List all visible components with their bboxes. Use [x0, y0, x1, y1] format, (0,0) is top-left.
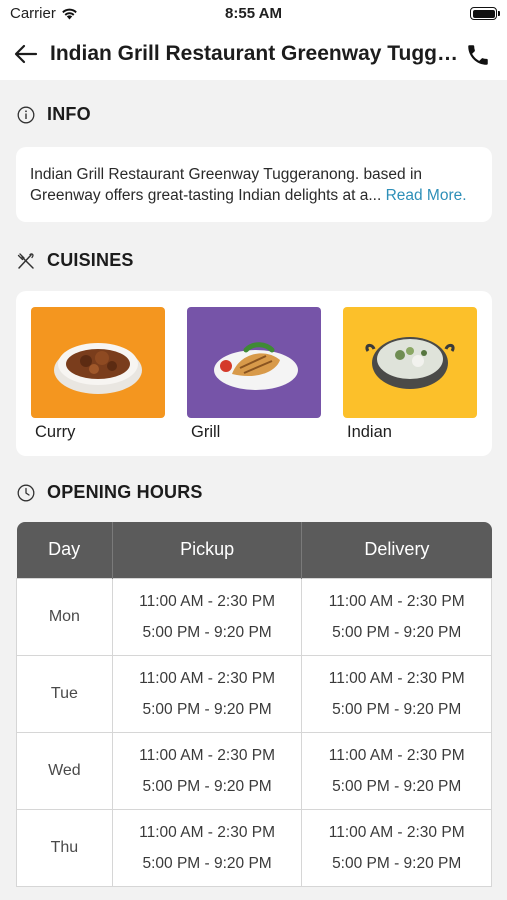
day-cell: Wed — [16, 731, 113, 810]
time-slot: 11:00 AM - 2:30 PM — [328, 669, 465, 687]
cuisine-label: Indian — [347, 423, 392, 441]
delivery-cell: 11:00 AM - 2:30 PM 5:00 PM - 9:20 PM — [301, 731, 492, 810]
table-header-row: Day Pickup Delivery — [16, 522, 492, 578]
pickup-cell: 11:00 AM - 2:30 PM 5:00 PM - 9:20 PM — [111, 808, 303, 887]
clock: 8:55 AM — [225, 5, 282, 22]
day-cell: Mon — [16, 577, 113, 656]
nav-bar: Indian Grill Restaurant Greenway Tugger.… — [0, 28, 507, 80]
utensils-icon — [16, 251, 36, 271]
cuisines-heading: CUISINES — [47, 250, 134, 270]
info-section-header: INFO — [16, 104, 91, 125]
phone-icon[interactable] — [465, 42, 491, 68]
hours-heading: OPENING HOURS — [47, 482, 203, 502]
time-slot: 11:00 AM - 2:30 PM — [328, 823, 465, 841]
cuisine-item-curry[interactable]: Curry — [31, 307, 165, 442]
pickup-cell: 11:00 AM - 2:30 PM 5:00 PM - 9:20 PM — [111, 654, 303, 733]
time-slot: 5:00 PM - 9:20 PM — [142, 777, 272, 795]
page-title: Indian Grill Restaurant Greenway Tugger.… — [50, 42, 460, 65]
curry-image — [31, 307, 165, 418]
info-description: Indian Grill Restaurant Greenway Tuggera… — [30, 166, 423, 204]
back-arrow-icon[interactable] — [12, 40, 40, 68]
indian-image — [343, 307, 477, 418]
status-bar: Carrier 8:55 AM — [0, 0, 507, 28]
time-slot: 5:00 PM - 9:20 PM — [142, 623, 272, 641]
grill-image — [187, 307, 321, 418]
time-slot: 5:00 PM - 9:20 PM — [142, 854, 272, 872]
time-slot: 5:00 PM - 9:20 PM — [142, 700, 272, 718]
table-row: Tue 11:00 AM - 2:30 PM 5:00 PM - 9:20 PM … — [16, 654, 492, 733]
delivery-cell: 11:00 AM - 2:30 PM 5:00 PM - 9:20 PM — [301, 808, 492, 887]
info-icon — [16, 105, 36, 125]
time-slot: 11:00 AM - 2:30 PM — [139, 746, 275, 764]
opening-hours-table: Day Pickup Delivery Mon 11:00 AM - 2:30 … — [16, 522, 492, 887]
table-row: Mon 11:00 AM - 2:30 PM 5:00 PM - 9:20 PM … — [16, 577, 492, 656]
time-slot: 5:00 PM - 9:20 PM — [332, 777, 462, 795]
time-slot: 5:00 PM - 9:20 PM — [332, 854, 462, 872]
column-header-delivery: Delivery — [301, 522, 492, 578]
column-header-day: Day — [16, 522, 113, 578]
table-row: Thu 11:00 AM - 2:30 PM 5:00 PM - 9:20 PM … — [16, 808, 492, 887]
time-slot: 11:00 AM - 2:30 PM — [139, 592, 275, 610]
table-row: Wed 11:00 AM - 2:30 PM 5:00 PM - 9:20 PM … — [16, 731, 492, 810]
cuisines-section-header: CUISINES — [16, 250, 134, 271]
info-heading: INFO — [47, 104, 91, 124]
time-slot: 5:00 PM - 9:20 PM — [332, 623, 462, 641]
time-slot: 5:00 PM - 9:20 PM — [332, 700, 462, 718]
cuisine-label: Grill — [191, 423, 221, 441]
day-cell: Tue — [16, 654, 113, 733]
pickup-cell: 11:00 AM - 2:30 PM 5:00 PM - 9:20 PM — [111, 577, 303, 656]
time-slot: 11:00 AM - 2:30 PM — [139, 823, 275, 841]
cuisines-card: Curry Grill Indian — [16, 291, 492, 456]
column-header-pickup: Pickup — [112, 522, 303, 578]
delivery-cell: 11:00 AM - 2:30 PM 5:00 PM - 9:20 PM — [301, 654, 492, 733]
delivery-cell: 11:00 AM - 2:30 PM 5:00 PM - 9:20 PM — [301, 577, 492, 656]
cuisine-item-indian[interactable]: Indian — [343, 307, 477, 442]
cuisine-label: Curry — [35, 423, 76, 441]
time-slot: 11:00 AM - 2:30 PM — [328, 746, 465, 764]
day-cell: Thu — [16, 808, 113, 887]
battery-icon — [470, 7, 500, 20]
read-more-link[interactable]: Read More. — [386, 187, 467, 204]
pickup-cell: 11:00 AM - 2:30 PM 5:00 PM - 9:20 PM — [111, 731, 303, 810]
hours-section-header: OPENING HOURS — [16, 482, 203, 503]
info-card: Indian Grill Restaurant Greenway Tuggera… — [16, 147, 492, 222]
time-slot: 11:00 AM - 2:30 PM — [139, 669, 275, 687]
cuisine-item-grill[interactable]: Grill — [187, 307, 321, 442]
time-slot: 11:00 AM - 2:30 PM — [328, 592, 465, 610]
clock-icon — [16, 483, 36, 503]
